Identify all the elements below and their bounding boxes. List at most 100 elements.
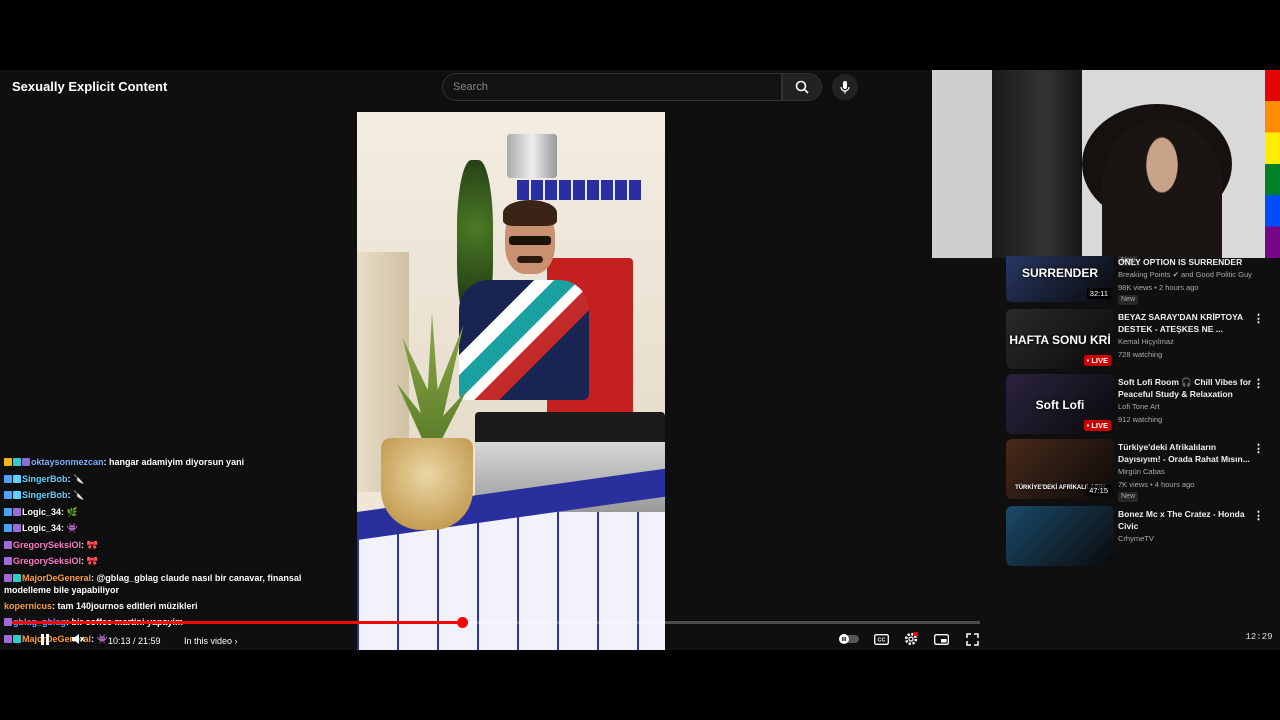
channel-name[interactable]: Lofi Tone Art bbox=[1118, 401, 1268, 413]
chevron-right-icon: › bbox=[234, 636, 238, 646]
chat-badge-icon bbox=[13, 474, 21, 483]
chat-message-text: 🔪 bbox=[73, 490, 85, 500]
pause-button[interactable] bbox=[38, 632, 52, 646]
more-vert-icon[interactable]: ⋮ bbox=[1253, 442, 1264, 455]
video-title[interactable]: Bonez Mc x The Cratez - Honda Civic bbox=[1118, 508, 1258, 532]
thumbnail-caption: SURRENDER bbox=[1021, 266, 1098, 280]
search-icon bbox=[795, 80, 809, 94]
chat-message: SingerBob: 🔪 bbox=[4, 487, 304, 504]
chat-message: SingerBob: 🔪 bbox=[4, 471, 304, 488]
more-vert-icon[interactable]: ⋮ bbox=[1253, 509, 1264, 522]
chat-message-text: hangar adamiyim diyorsun yani bbox=[109, 457, 245, 467]
video-frame[interactable] bbox=[357, 112, 665, 650]
channel-name[interactable]: Mirgün Cabas bbox=[1118, 466, 1268, 478]
chat-message: oktaysonmezcan: hangar adamiyim diyorsun… bbox=[4, 454, 304, 471]
video-stats: 98K views • 2 hours ago bbox=[1118, 283, 1199, 292]
channel-name[interactable]: CrhymeTV bbox=[1118, 533, 1268, 545]
video-tiled-shelf bbox=[517, 180, 641, 200]
chat-message-text: 👾 bbox=[96, 633, 108, 644]
video-person-shirt bbox=[459, 280, 589, 400]
system-clock: 12:29 bbox=[1240, 630, 1278, 644]
volume-muted-icon bbox=[72, 634, 85, 644]
time-display: 10:13 / 21:59 bbox=[108, 636, 161, 646]
voice-search-button[interactable] bbox=[832, 74, 858, 100]
video-thumbnail[interactable]: TÜRKİYE'DEKİ AFRİKALILARIN 47:15 bbox=[1006, 439, 1114, 499]
streamer-webcam bbox=[932, 70, 1265, 258]
video-thumbnail[interactable]: HAFTA SONU KRİ • LIVE bbox=[1006, 309, 1114, 369]
video-stats: 7K views • 4 hours ago bbox=[1118, 480, 1195, 489]
recommended-video[interactable]: HAFTA SONU KRİ • LIVE BEYAZ SARAY'DAN KRİP… bbox=[1006, 309, 1280, 371]
chat-badge-icon bbox=[4, 540, 12, 549]
more-vert-icon[interactable]: ⋮ bbox=[1253, 312, 1264, 325]
recommended-video[interactable]: Bonez Mc x The Cratez - Honda Civic Crhym… bbox=[1006, 506, 1280, 568]
settings-button[interactable] bbox=[902, 632, 920, 646]
chat-message: MajorDeGeneral: @gblag_gblag claude nası… bbox=[4, 572, 302, 595]
chat-message-text: 👾 bbox=[66, 523, 78, 533]
chat-username[interactable]: SingerBob bbox=[22, 490, 68, 500]
channel-name[interactable]: Kemal Hiçyılmaz bbox=[1118, 336, 1268, 348]
youtube-watch-page: Sexually Explicit Content oktaysonmezcan… bbox=[0, 70, 1280, 650]
recommended-video[interactable]: TÜRKİYE'DEKİ AFRİKALILARIN 47:15 Türkiye'd… bbox=[1006, 439, 1280, 502]
channel-name[interactable]: Breaking Points ✔ and Good Politic Guy bbox=[1118, 269, 1268, 281]
more-vert-icon[interactable]: ⋮ bbox=[1253, 377, 1264, 390]
captions-icon: CC bbox=[873, 633, 889, 645]
video-title[interactable]: John Mearsheimer: TRUMP'S ONLY OPTION IS… bbox=[1118, 256, 1258, 268]
chat-username[interactable]: Logic_34 bbox=[22, 523, 61, 533]
chat-username[interactable]: SingerBob bbox=[22, 474, 68, 484]
video-title[interactable]: Türkiye'deki Afrikalıların Dayısıyım! - … bbox=[1118, 441, 1258, 465]
chat-badge-icon bbox=[22, 458, 30, 466]
chat-badge-icon bbox=[4, 634, 12, 643]
chat-username[interactable]: MajorDeGeneral bbox=[22, 573, 91, 583]
chat-badge-icon bbox=[4, 507, 12, 516]
chat-message: GregorySeksiOl: 🎀 bbox=[4, 553, 304, 570]
new-badge: New bbox=[1118, 295, 1139, 305]
in-this-video-button[interactable]: In this video › bbox=[184, 636, 238, 646]
chat-message: Logic_34: 👾 bbox=[4, 520, 304, 537]
chat-badge-icon bbox=[13, 507, 21, 516]
search-input[interactable] bbox=[443, 74, 781, 100]
progress-bar[interactable] bbox=[12, 617, 980, 628]
miniplayer-icon bbox=[933, 633, 949, 645]
captions-button[interactable]: CC bbox=[872, 632, 890, 646]
chat-username[interactable]: kopernicus bbox=[4, 601, 52, 611]
chat-badge-icon bbox=[13, 524, 21, 532]
svg-text:CC: CC bbox=[877, 637, 885, 643]
thumbnail-caption: Soft Lofi bbox=[1035, 398, 1085, 412]
chat-message-text: 🌿 bbox=[66, 506, 78, 517]
chat-badge-icon bbox=[4, 573, 12, 582]
new-badge: New bbox=[1118, 492, 1139, 502]
recommended-video[interactable]: SURRENDER 32:11 John Mearsheimer: TRUMP'S … bbox=[1006, 256, 1280, 305]
chat-username[interactable]: oktaysonmezcan bbox=[31, 457, 104, 467]
verified-icon: ✔ bbox=[1172, 270, 1179, 279]
chat-message-text: tam 140journos editleri müzikleri bbox=[57, 600, 198, 611]
video-thumbnail[interactable]: SURRENDER 32:11 bbox=[1006, 256, 1114, 302]
chat-message: Logic_34: 🌿 bbox=[4, 504, 304, 521]
fullscreen-button[interactable] bbox=[963, 632, 981, 646]
in-this-video-label: In this video bbox=[184, 636, 233, 646]
video-title[interactable]: BEYAZ SARAY'DAN KRİPTOYA DESTEK - ATEŞKE… bbox=[1118, 311, 1258, 335]
video-ceramic-planter bbox=[381, 438, 473, 530]
thumbnail-caption: HAFTA SONU KRİ bbox=[1009, 333, 1111, 347]
miniplayer-button[interactable] bbox=[932, 632, 950, 646]
video-thumbnail[interactable]: Soft Lofi • LIVE bbox=[1006, 374, 1114, 434]
more-vert-icon[interactable]: ⋮ bbox=[1253, 256, 1264, 258]
chat-message: kopernicus: tam 140journos editleri müzi… bbox=[4, 600, 198, 611]
autoplay-toggle-icon bbox=[839, 634, 859, 644]
chat-username[interactable]: GregorySeksiOl bbox=[13, 540, 81, 550]
search-button[interactable] bbox=[782, 73, 822, 101]
chat-username[interactable]: GregorySeksiOl bbox=[13, 556, 81, 566]
search-box[interactable] bbox=[442, 73, 782, 101]
volume-button[interactable] bbox=[70, 632, 86, 646]
autoplay-toggle[interactable] bbox=[838, 632, 860, 646]
video-stats: 728 watching bbox=[1118, 350, 1163, 359]
video-thumbnail[interactable] bbox=[1006, 506, 1114, 566]
recommended-video[interactable]: Soft Lofi • LIVE Soft Lofi Room 🎧 Chill Vi… bbox=[1006, 374, 1280, 436]
live-badge: • LIVE bbox=[1083, 420, 1111, 431]
video-stats: 912 watching bbox=[1118, 415, 1163, 424]
chat-badge-icon bbox=[13, 634, 21, 643]
live-badge: • LIVE bbox=[1083, 355, 1111, 366]
chat-username[interactable]: Logic_34 bbox=[22, 507, 61, 517]
video-title[interactable]: Soft Lofi Room 🎧 Chill Vibes for Peacefu… bbox=[1118, 376, 1258, 400]
webcam-closet bbox=[992, 70, 1082, 258]
chat-badge-icon bbox=[13, 491, 21, 499]
